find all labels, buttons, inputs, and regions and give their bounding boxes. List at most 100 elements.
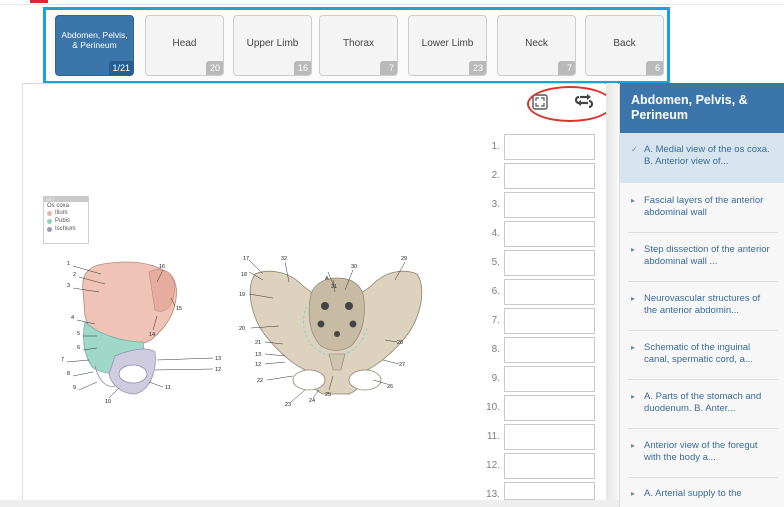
answer-input-9[interactable]: [504, 366, 595, 392]
answer-input-1[interactable]: [504, 134, 595, 160]
sidebar-item-stomach-duodenum[interactable]: ▸ A. Parts of the stomach and duodenum. …: [620, 391, 784, 415]
tab-count: 16: [294, 61, 311, 75]
play-arrow-icon: ▸: [631, 392, 636, 401]
sidebar-title: Abdomen, Pelvis, & Perineum: [620, 83, 784, 133]
tab-count: 23: [469, 61, 486, 75]
figure-label: 6: [77, 345, 80, 351]
sidebar-item-label: Schematic of the inguinal canal, spermat…: [644, 342, 753, 365]
figure-label: 15: [176, 306, 182, 312]
tab-back[interactable]: Back 6: [585, 15, 664, 76]
top-divider: [0, 4, 784, 5]
top-accent-mark: [30, 0, 48, 3]
panel-shadow: [606, 83, 618, 500]
figure-label: 25: [325, 392, 331, 398]
tab-lower-limb[interactable]: Lower Limb 23: [408, 15, 487, 76]
figure-label: 26: [387, 384, 393, 390]
figure-label: 4: [71, 315, 74, 321]
tab-count: 20: [206, 61, 223, 75]
tab-label: Lower Limb: [421, 38, 474, 49]
figure-label: 32: [281, 256, 287, 262]
figure-label: 29: [401, 256, 407, 262]
checkmark-icon: ✓: [631, 145, 638, 154]
figure-label: 19: [239, 292, 245, 298]
answer-input-7[interactable]: [504, 308, 595, 334]
tab-upper-limb[interactable]: Upper Limb 16: [233, 15, 312, 76]
tab-neck[interactable]: Neck 7: [497, 15, 576, 76]
figure-label: 16: [159, 264, 165, 270]
answer-input-2[interactable]: [504, 163, 595, 189]
figure-label: 27: [399, 362, 405, 368]
tab-head[interactable]: Head 20: [145, 15, 224, 76]
figure-label: 28: [397, 340, 403, 346]
answer-input-13[interactable]: [504, 482, 595, 500]
image-panel: KEY Os coxa Ilium Pubis Ischium 1 2 3 4 …: [22, 83, 613, 500]
sidebar-item-neurovascular[interactable]: ▸ Neurovascular structures of the anteri…: [620, 293, 784, 317]
answer-number: 9.: [491, 373, 500, 384]
tab-abdomen-pelvis-perineum[interactable]: Abdomen, Pelvis, & Perineum 1/21: [55, 15, 134, 76]
swap-view-button[interactable]: [573, 93, 595, 111]
sidebar-item-label: Neurovascular structures of the anterior…: [644, 293, 761, 316]
figure-label: 22: [257, 378, 263, 384]
answer-number: 6.: [491, 286, 500, 297]
answer-number: 3.: [491, 199, 500, 210]
figure-label: 31: [331, 284, 337, 290]
answer-number: 10.: [486, 402, 500, 413]
fullscreen-icon: [532, 94, 548, 110]
answer-input-3[interactable]: [504, 192, 595, 218]
figure-label: 18: [241, 272, 247, 278]
figure-label: A: [325, 276, 329, 282]
figure-label: 2: [73, 272, 76, 278]
tab-count: 7: [558, 61, 575, 75]
figure-label: 12: [215, 367, 221, 373]
sidebar-item-inguinal-canal[interactable]: ▸ Schematic of the inguinal canal, sperm…: [620, 342, 784, 366]
figure-label: 8: [67, 371, 70, 377]
play-arrow-icon: ▸: [631, 441, 636, 450]
answer-number: 8.: [491, 344, 500, 355]
answer-number: 13.: [486, 489, 500, 500]
tab-count: 1/21: [109, 61, 133, 75]
sidebar-item-os-coxa[interactable]: ✓ A. Medial view of the os coxa. B. Ante…: [620, 133, 784, 183]
answer-input-10[interactable]: [504, 395, 595, 421]
figure-label: 30: [351, 264, 357, 270]
tab-label: Thorax: [342, 38, 375, 49]
sidebar-item-fascial-layers[interactable]: ▸ Fascial layers of the anterior abdomin…: [620, 195, 784, 219]
sidebar-item-arterial-supply[interactable]: ▸ A. Arterial supply to the: [620, 488, 784, 500]
sidebar-item-label: Fascial layers of the anterior abdominal…: [644, 195, 764, 218]
sidebar-item-label: Anterior view of the foregut with the bo…: [644, 440, 758, 463]
sidebar-divider: [628, 379, 778, 380]
answer-input-12[interactable]: [504, 453, 595, 479]
sidebar-item-step-dissection[interactable]: ▸ Step dissection of the anterior abdomi…: [620, 244, 784, 268]
figure-list-sidebar: Abdomen, Pelvis, & Perineum ✓ A. Medial …: [619, 83, 784, 507]
sidebar-divider: [628, 330, 778, 331]
figure-label: 23: [285, 402, 291, 408]
tab-count: 6: [646, 61, 663, 75]
answer-number: 1.: [491, 141, 500, 152]
answer-input-5[interactable]: [504, 250, 595, 276]
figure-label: 10: [105, 399, 111, 405]
sidebar-divider: [628, 477, 778, 478]
answer-input-8[interactable]: [504, 337, 595, 363]
sidebar-item-label: A. Medial view of the os coxa. B. Anteri…: [644, 144, 770, 167]
figure-label: 20: [239, 326, 245, 332]
tab-thorax[interactable]: Thorax 7: [319, 15, 398, 76]
answer-number: 11.: [486, 431, 500, 442]
tab-label: Back: [613, 38, 636, 49]
sidebar-item-foregut[interactable]: ▸ Anterior view of the foregut with the …: [620, 440, 784, 464]
sidebar-divider: [628, 428, 778, 429]
play-arrow-icon: ▸: [631, 196, 636, 205]
play-arrow-icon: ▸: [631, 294, 636, 303]
figure-label: 11: [165, 385, 171, 391]
sidebar-item-label: A. Arterial supply to the: [644, 488, 742, 499]
answer-number: 2.: [491, 170, 500, 181]
figure-label: 5: [77, 331, 80, 337]
tab-label: Upper Limb: [246, 38, 299, 49]
sidebar-item-label: Step dissection of the anterior abdomina…: [644, 244, 770, 267]
answer-input-4[interactable]: [504, 221, 595, 247]
sidebar-divider: [628, 232, 778, 233]
answer-input-11[interactable]: [504, 424, 595, 450]
play-arrow-icon: ▸: [631, 343, 636, 352]
play-arrow-icon: ▸: [631, 245, 636, 254]
fullscreen-button[interactable]: [531, 93, 549, 111]
answer-input-6[interactable]: [504, 279, 595, 305]
answer-number: 4.: [491, 228, 500, 239]
